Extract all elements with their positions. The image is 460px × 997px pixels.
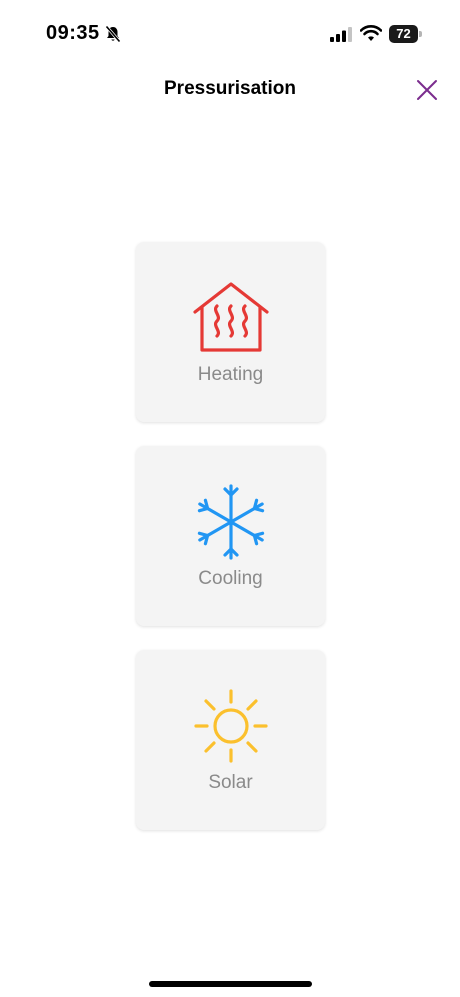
heating-label: Heating — [197, 364, 264, 385]
cooling-label: Cooling — [198, 568, 263, 589]
pressurisation-screen: 09:35 72 Pressurisation Heating Cooling … — [0, 0, 460, 997]
solar-option-button[interactable]: Solar — [136, 650, 325, 830]
battery-level: 72 — [389, 25, 418, 43]
bell-slash-icon — [105, 25, 121, 43]
close-icon[interactable] — [414, 77, 440, 103]
solar-label: Solar — [208, 772, 253, 793]
status-time: 09:35 — [46, 22, 100, 44]
cooling-option-button[interactable]: Cooling — [136, 446, 325, 626]
signal-icon — [330, 27, 352, 42]
heating-option-button[interactable]: Heating — [136, 242, 325, 422]
snowflake-icon — [197, 484, 264, 560]
sun-icon — [193, 689, 268, 763]
status-bar: 09:35 72 — [0, 0, 460, 70]
wifi-icon — [360, 25, 382, 41]
home-indicator[interactable] — [149, 981, 312, 987]
page-title: Pressurisation — [164, 78, 296, 99]
battery-cap — [419, 31, 422, 37]
header: Pressurisation — [0, 70, 460, 110]
battery-icon: 72 — [389, 25, 422, 43]
house-heat-icon — [192, 282, 269, 352]
